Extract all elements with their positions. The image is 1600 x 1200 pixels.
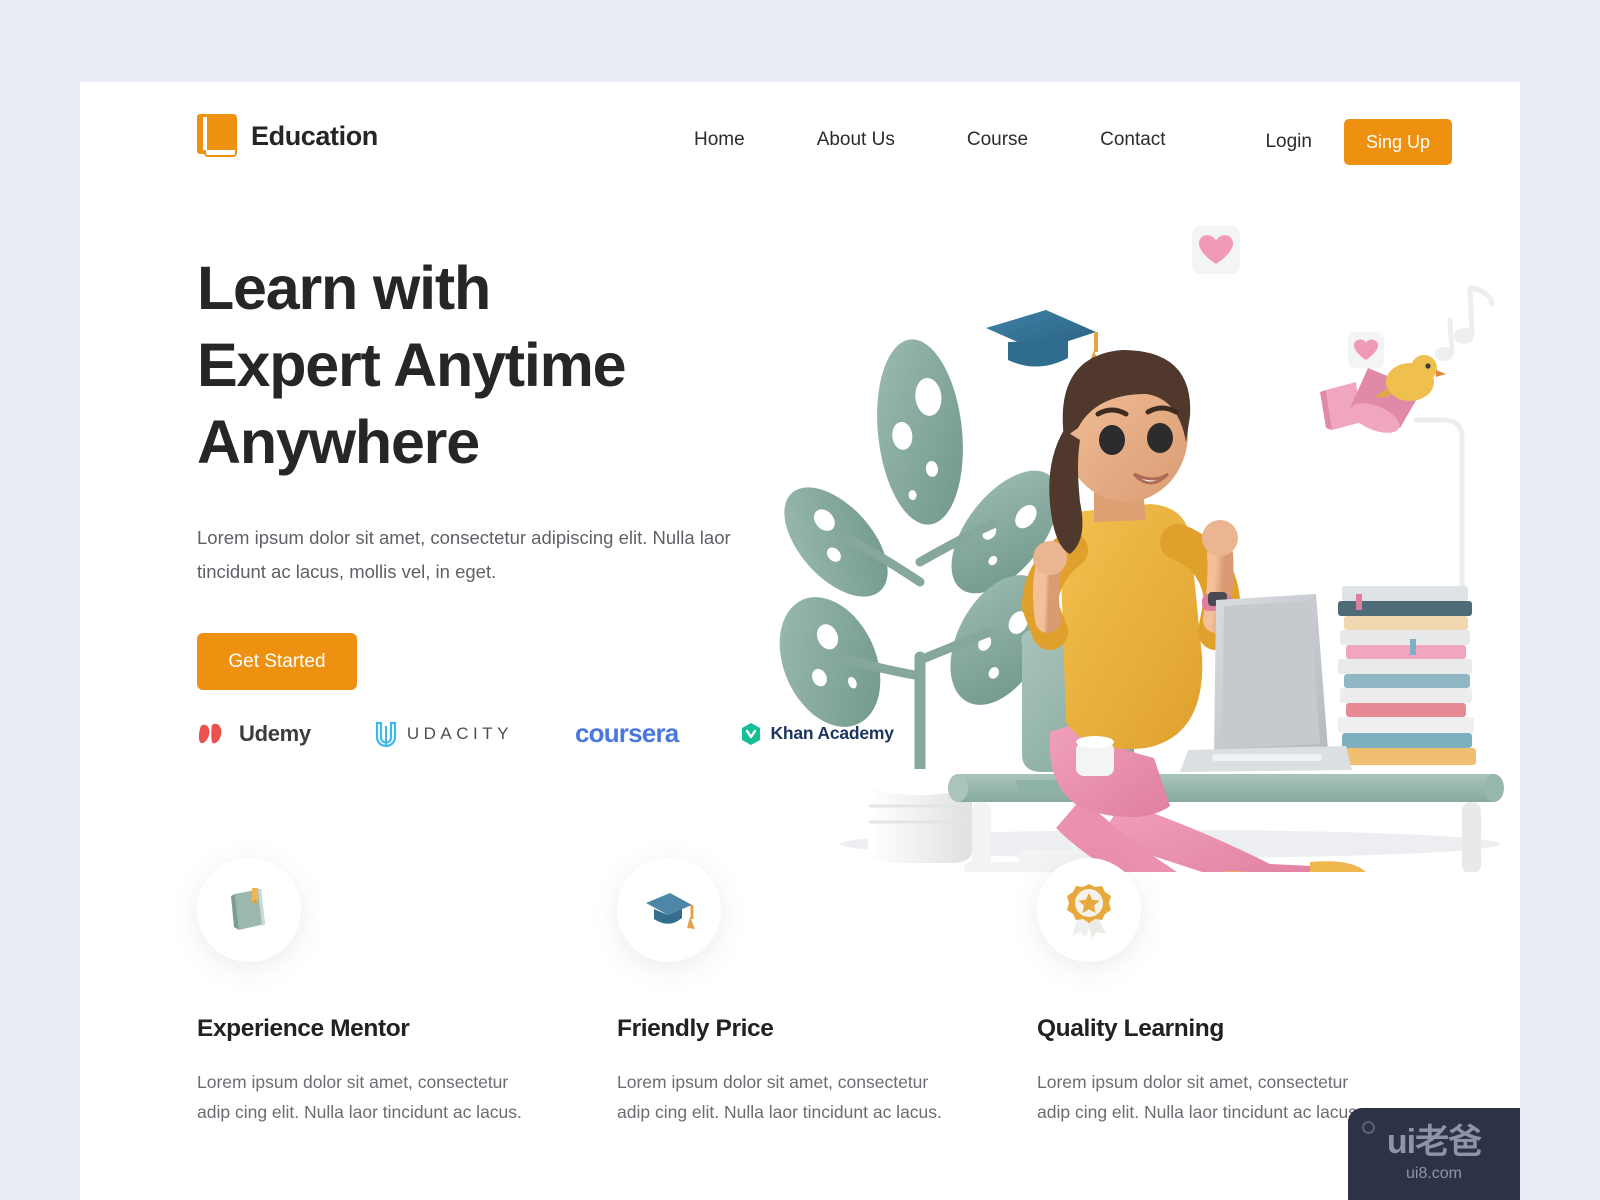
- graduation-cap-3d-icon: [617, 858, 721, 962]
- feature-title: Quality Learning: [1037, 1015, 1224, 1042]
- graduation-cap-3d-glyph: [646, 893, 695, 929]
- graduation-cap-floating: [986, 310, 1100, 368]
- partner-label-udacity: UDACITY: [406, 723, 513, 743]
- partner-logo-udacity[interactable]: UDACITY: [373, 719, 513, 749]
- hero-subtitle: Lorem ipsum dolor sit amet, consectetur …: [197, 527, 731, 582]
- partner-logo-udemy[interactable]: Udemy: [197, 719, 311, 749]
- landing-page-card: Education Home About Us Course Contact L…: [80, 82, 1520, 1200]
- partner-logo-coursera[interactable]: coursera: [574, 718, 679, 749]
- book-stack: [1336, 586, 1476, 765]
- auth-actions: Login Sing Up: [1255, 119, 1452, 165]
- feature-description: Lorem ipsum dolor sit amet, consectetur …: [197, 1072, 522, 1122]
- feature-card-friendly-price: Friendly Price Lorem ipsum dolor sit ame…: [617, 858, 1037, 1127]
- get-started-button[interactable]: Get Started: [197, 633, 357, 690]
- student-at-desk-3d-illustration: [750, 202, 1520, 904]
- hero-title-line-1: Learn with: [197, 254, 491, 322]
- feature-title: Experience Mentor: [197, 1015, 410, 1042]
- feature-card-quality-learning: Quality Learning Lorem ipsum dolor sit a…: [1037, 858, 1422, 1127]
- watermark-main-text: ui老爸: [1386, 1123, 1482, 1161]
- ponytail: [1049, 430, 1083, 554]
- book-icon: [197, 114, 237, 158]
- award-ribbon-3d-glyph: [1067, 884, 1111, 938]
- hero-title-line-3: Anywhere: [197, 408, 480, 476]
- feature-card-experience-mentor: Experience Mentor Lorem ipsum dolor sit …: [197, 858, 617, 1127]
- login-link[interactable]: Login: [1255, 123, 1322, 161]
- feature-title: Friendly Price: [617, 1015, 774, 1042]
- brand-name: Education: [251, 120, 378, 151]
- feature-description: Lorem ipsum dolor sit amet, consectetur …: [617, 1072, 942, 1122]
- udacity-u-mark-icon: [375, 721, 396, 747]
- nav-item-home[interactable]: Home: [658, 129, 781, 151]
- heart-sticker-top: [1192, 226, 1240, 274]
- heart-sticker-right: [1348, 332, 1384, 368]
- illustration-svg: [779, 226, 1504, 904]
- main-navigation: Home About Us Course Contact: [658, 129, 1202, 151]
- desk-lamp: [1350, 368, 1468, 608]
- feature-description: Lorem ipsum dolor sit amet, consectetur …: [1037, 1072, 1362, 1122]
- award-ribbon-3d-icon: [1037, 858, 1141, 962]
- partner-label-coursera: coursera: [574, 718, 679, 748]
- partner-label-udemy: Udemy: [239, 720, 311, 746]
- watermark-url-text: ui8.com: [1405, 1165, 1463, 1182]
- music-note: [1435, 285, 1495, 361]
- nav-item-about-us[interactable]: About Us: [781, 129, 931, 151]
- brand-logo[interactable]: Education: [197, 114, 378, 158]
- book-3d-icon: [197, 858, 301, 962]
- page-title: Learn with Expert Anytime Anywhere: [197, 250, 797, 481]
- nav-item-course[interactable]: Course: [931, 129, 1064, 151]
- feature-cards: Experience Mentor Lorem ipsum dolor sit …: [197, 858, 1422, 1127]
- hero-title-line-2: Expert Anytime: [197, 331, 627, 399]
- hero-text-block: Learn with Expert Anytime Anywhere Lorem…: [197, 250, 797, 690]
- watermark-dot-icon: [1362, 1121, 1375, 1134]
- book-3d-glyph: [231, 888, 265, 930]
- site-header: Education Home About Us Course Contact L…: [80, 82, 1520, 200]
- udemy-u-mark-icon: [198, 723, 222, 743]
- watermark-badge: ui老爸 ui8.com: [1348, 1108, 1520, 1200]
- coffee-mug: [1076, 736, 1114, 776]
- nav-item-contact[interactable]: Contact: [1064, 129, 1201, 151]
- signup-button[interactable]: Sing Up: [1343, 119, 1452, 165]
